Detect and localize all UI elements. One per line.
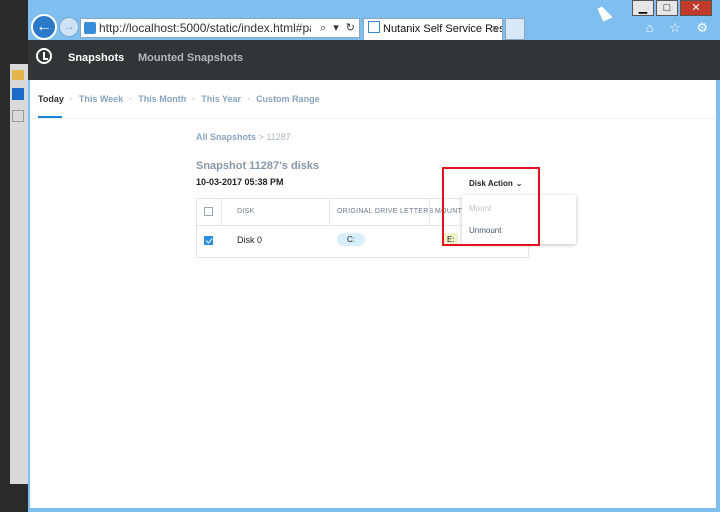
mouse-cursor-icon — [597, 4, 613, 22]
tab-close-icon[interactable]: × — [492, 19, 498, 39]
select-all-checkbox[interactable] — [204, 207, 213, 216]
address-controls[interactable]: ⌕ ▾ ↻ — [320, 19, 357, 37]
desktop-window-strip — [10, 64, 28, 484]
separator-dot: · — [129, 94, 133, 104]
tab-this-year[interactable]: This Year — [201, 94, 241, 104]
browser-window: ▁ □ ✕ ← → http://localhost:5000/static/i… — [28, 0, 720, 512]
row-checkbox-disk-0[interactable] — [204, 236, 213, 245]
tab-this-week[interactable]: This Week — [79, 94, 123, 104]
nav-snapshots[interactable]: Snapshots — [68, 52, 124, 64]
breadcrumb-current: 11287 — [266, 132, 291, 142]
breadcrumb: All Snapshots > 11287 — [196, 132, 291, 142]
desktop-background — [0, 0, 28, 512]
column-header-original-drive-letters[interactable]: ORIGINAL DRIVE LETTERS — [337, 199, 434, 225]
minimize-button[interactable]: ▁ — [632, 0, 654, 16]
tab-this-month[interactable]: This Month — [138, 94, 186, 104]
back-button[interactable]: ← — [31, 14, 57, 40]
app-logo-clock-icon — [36, 48, 52, 64]
tab-custom-range[interactable]: Custom Range — [256, 94, 320, 104]
time-filter-tabs: Today · This Week · This Month · This Year · Cus… — [38, 94, 326, 104]
forward-button[interactable]: → — [59, 17, 79, 37]
column-header-disk[interactable]: DISK — [237, 199, 255, 225]
divider — [28, 118, 720, 119]
page-title: Snapshot 11287's disks — [196, 160, 320, 172]
tab-today[interactable]: Today — [38, 94, 64, 104]
drive-letter-badge: C: — [337, 233, 365, 246]
column-divider — [221, 199, 222, 225]
maximize-button[interactable]: □ — [656, 0, 678, 16]
new-tab-button[interactable] — [505, 18, 525, 40]
browser-tab[interactable]: Nutanix Self Service Res... × — [363, 18, 503, 40]
separator-dot: · — [69, 94, 73, 104]
app-header: Snapshots Mounted Snapshots — [28, 40, 720, 80]
breadcrumb-all-snapshots[interactable]: All Snapshots — [196, 132, 256, 142]
snapshot-date: 10-03-2017 05:38 PM — [196, 177, 284, 187]
close-window-button[interactable]: ✕ — [680, 0, 712, 16]
separator-dot: · — [192, 94, 196, 104]
column-divider — [329, 199, 330, 225]
table-cell-disk: Disk 0 — [237, 235, 263, 245]
page-icon — [84, 22, 96, 34]
tab-title: Nutanix Self Service Res... — [383, 23, 503, 35]
list-icon — [12, 110, 24, 122]
window-border-left — [28, 80, 30, 512]
address-url[interactable]: http://localhost:5000/static/index.html#… — [99, 19, 311, 37]
browser-toolbar: ▁ □ ✕ ← → http://localhost:5000/static/i… — [28, 0, 720, 40]
window-border-bottom — [28, 508, 720, 512]
folder-icon — [12, 70, 24, 80]
breadcrumb-separator: > — [258, 132, 264, 142]
forward-arrow-icon: → — [63, 19, 75, 33]
window-controls: ▁ □ ✕ — [630, 0, 712, 16]
back-arrow-icon: ← — [36, 18, 52, 35]
toolbar-home-star-gear-icons[interactable]: ⌂ ☆ ⚙ — [646, 20, 714, 36]
highlight-box — [442, 167, 540, 246]
column-divider — [429, 199, 430, 225]
app-icon — [12, 88, 24, 100]
address-bar[interactable]: http://localhost:5000/static/index.html#… — [80, 18, 360, 38]
nav-mounted-snapshots[interactable]: Mounted Snapshots — [138, 52, 243, 64]
separator-dot: · — [247, 94, 251, 104]
tab-favicon-icon — [368, 21, 380, 33]
window-border-right — [716, 80, 720, 512]
main-content: Today · This Week · This Month · This Year · Cus… — [28, 80, 720, 512]
